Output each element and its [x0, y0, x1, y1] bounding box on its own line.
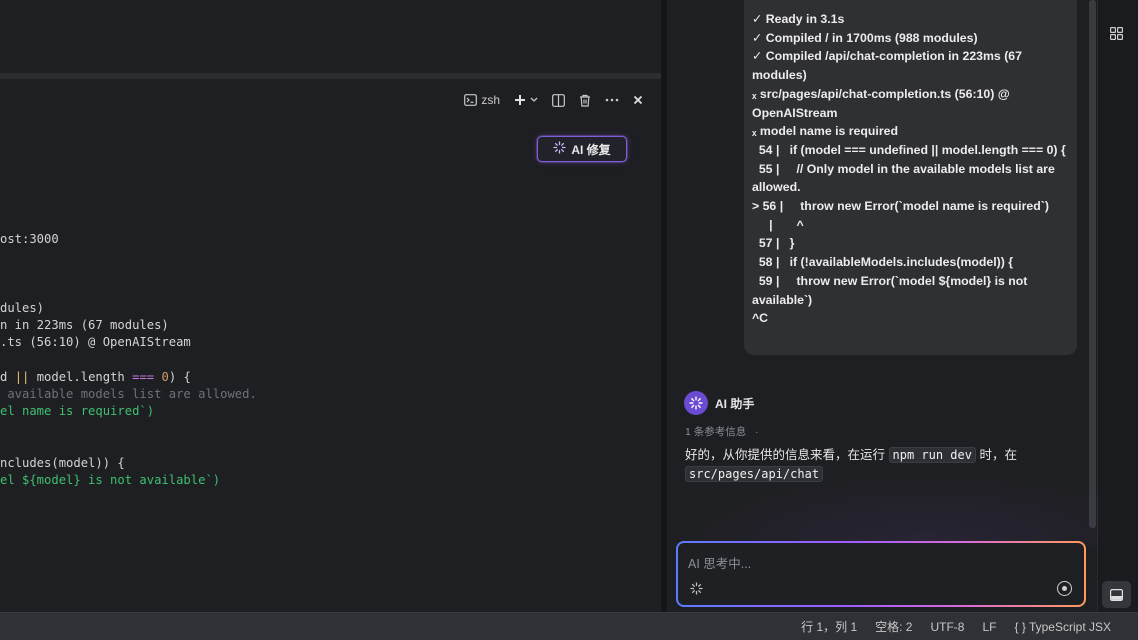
chat-input-placeholder: AI 思考中...	[688, 553, 751, 572]
chevron-down-icon	[530, 97, 538, 103]
message-line: > 56 | throw new Error(`model name is re…	[752, 197, 1069, 216]
cursor-position[interactable]: 行 1，列 1	[801, 618, 857, 635]
extensions-button[interactable]	[1110, 27, 1123, 45]
code-token: ) {	[169, 370, 191, 384]
language-mode[interactable]: { } TypeScript JSX	[1015, 620, 1112, 634]
kill-terminal-button[interactable]	[579, 91, 591, 109]
stop-generation-button[interactable]	[1057, 581, 1072, 596]
input-glow	[667, 470, 1097, 545]
chat-scrollbar[interactable]	[1089, 0, 1096, 528]
more-actions-button[interactable]	[605, 91, 619, 109]
answer-text: 时，在	[979, 448, 1017, 462]
editor-area	[0, 0, 661, 73]
message-line: ₓ src/pages/api/chat-completion.ts (56:1…	[752, 85, 1069, 122]
message-line: ₓ model name is required	[752, 122, 1069, 141]
plus-icon	[514, 94, 526, 106]
sparkle-icon	[553, 141, 566, 157]
terminal-icon	[464, 94, 477, 106]
terminal-line: n in 223ms (67 modules)	[0, 317, 169, 334]
terminal-shell-selector[interactable]: zsh	[464, 91, 500, 109]
ide-window: zsh	[0, 0, 1138, 640]
message-line: ✓ Ready in 3.1s	[752, 10, 1069, 29]
new-terminal-button[interactable]	[514, 91, 538, 109]
reference-count-link[interactable]: 1 条参考信息 ·	[685, 424, 759, 439]
message-line: 55 | // Only model in the available mode…	[752, 160, 1069, 197]
message-line: 59 | throw new Error(`model ${model} is …	[752, 272, 1069, 309]
terminal-code-line: available models list are allowed.	[0, 386, 257, 403]
file-encoding[interactable]: UTF-8	[930, 620, 964, 634]
message-line: 58 | if (!availableModels.includes(model…	[752, 253, 1069, 272]
sparkle-icon	[689, 396, 703, 410]
ai-options-button[interactable]	[690, 582, 703, 600]
terminal-code-line: el ${model} is not available`)	[0, 472, 220, 489]
assistant-header: AI 助手	[684, 391, 754, 415]
status-bar: 行 1，列 1 空格: 2 UTF-8 LF { } TypeScript JS…	[0, 612, 1138, 640]
message-line: 57 | }	[752, 234, 1069, 253]
line-endings[interactable]: LF	[982, 620, 996, 634]
terminal-code-line: ncludes(model)) {	[0, 455, 125, 472]
trash-icon	[579, 94, 591, 107]
user-message-bubble: ✓ Ready in 3.1s ✓ Compiled / in 1700ms (…	[744, 0, 1077, 355]
terminal-toolbar: zsh	[464, 91, 643, 109]
ai-fix-label: AI 修复	[571, 141, 610, 158]
code-token: model.length	[29, 370, 132, 384]
code-token: ===	[132, 370, 154, 384]
terminal-line: ost:3000	[0, 231, 59, 248]
answer-text: 好的，从你提供的信息来看，在运行	[685, 448, 885, 462]
stop-icon	[1062, 586, 1067, 591]
message-line: ✓ Compiled / in 1700ms (988 modules)	[752, 29, 1069, 48]
message-line: ^C	[752, 309, 1069, 328]
split-terminal-button[interactable]	[552, 91, 565, 109]
grid-icon	[1110, 27, 1123, 40]
close-panel-button[interactable]	[633, 91, 643, 109]
shell-label: zsh	[481, 93, 500, 107]
terminal-output: ost:3000 dules) n in 223ms (67 modules) …	[0, 79, 44, 266]
close-icon	[633, 95, 643, 105]
code-token: 0	[161, 370, 168, 384]
sparkle-icon	[690, 582, 703, 595]
ai-fix-button[interactable]: AI 修复	[537, 136, 627, 162]
indentation[interactable]: 空格: 2	[875, 618, 912, 635]
terminal-panel: zsh	[0, 79, 661, 612]
split-icon	[552, 94, 565, 107]
reference-count: 1 条参考信息	[685, 426, 746, 438]
reference-dot: ·	[755, 426, 759, 438]
terminal-code-line: el name is required`)	[0, 403, 154, 420]
message-line: | ^	[752, 216, 1069, 235]
toggle-panel-button[interactable]	[1102, 581, 1131, 608]
activity-bar	[1097, 0, 1138, 612]
code-token: d	[0, 370, 15, 384]
terminal-line: .ts (56:10) @ OpenAIStream	[0, 334, 191, 351]
more-icon	[605, 98, 619, 102]
terminal-code-line: d || model.length === 0) {	[0, 369, 191, 386]
message-line: ✓ Compiled /api/chat-completion in 223ms…	[752, 47, 1069, 84]
code-token: ||	[15, 370, 30, 384]
message-line: 54 | if (model === undefined || model.le…	[752, 141, 1069, 160]
inline-code: npm run dev	[889, 447, 976, 463]
avatar	[684, 391, 708, 415]
assistant-name: AI 助手	[715, 395, 754, 412]
panel-icon	[1110, 589, 1123, 601]
terminal-line: dules)	[0, 300, 44, 317]
